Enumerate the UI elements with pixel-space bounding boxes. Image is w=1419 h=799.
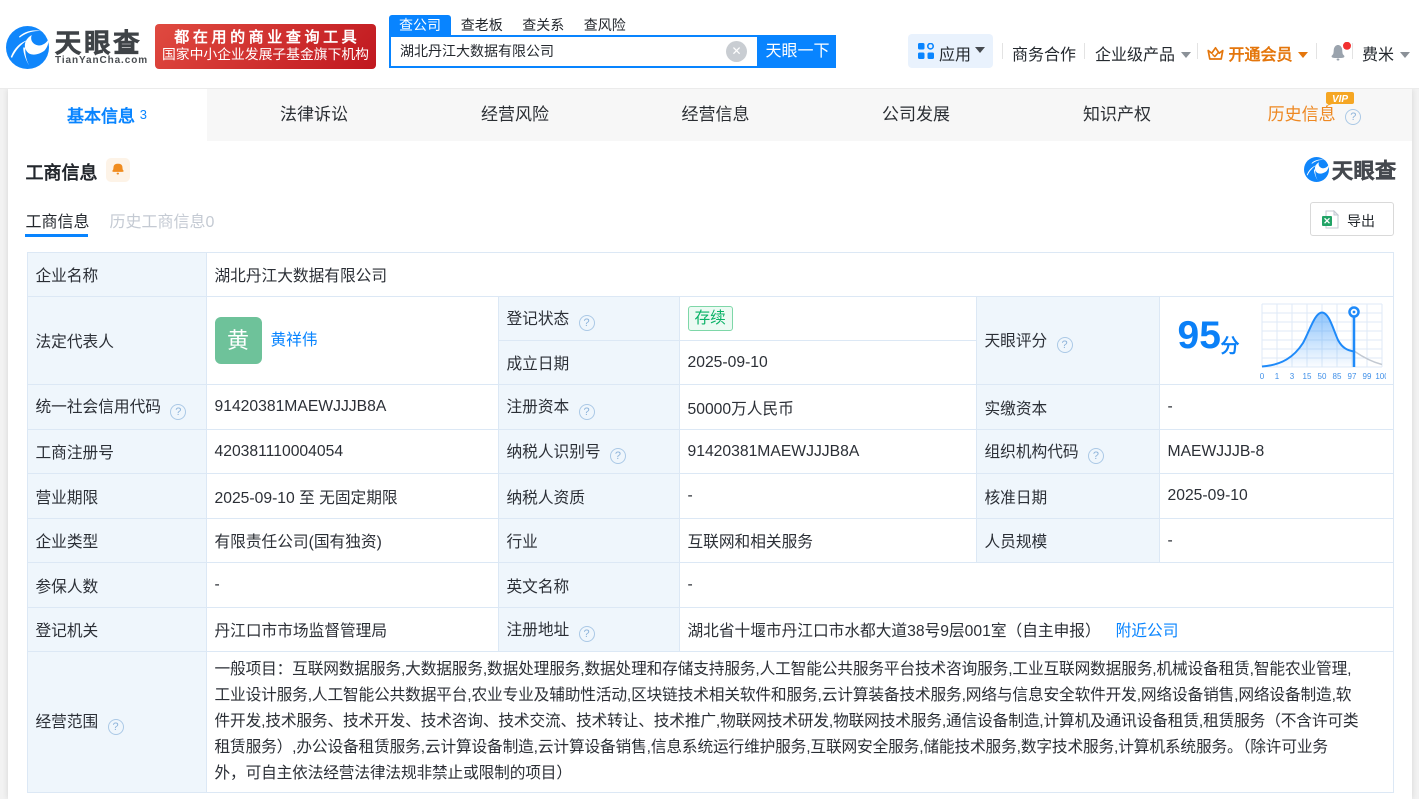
svg-text:VIP: VIP — [1331, 94, 1347, 105]
svg-text:99: 99 — [1362, 372, 1371, 381]
svg-text:85: 85 — [1332, 372, 1341, 381]
svg-text:15: 15 — [1302, 372, 1311, 381]
svg-text:97: 97 — [1347, 372, 1356, 381]
svg-text:✕: ✕ — [1323, 216, 1331, 226]
svg-text:0: 0 — [1259, 372, 1264, 381]
svg-text:天眼查: 天眼查 — [1332, 159, 1397, 183]
svg-text:100: 100 — [1375, 372, 1386, 381]
svg-text:50: 50 — [1317, 372, 1326, 381]
svg-text:1: 1 — [1274, 372, 1279, 381]
svg-text:3: 3 — [1289, 372, 1294, 381]
